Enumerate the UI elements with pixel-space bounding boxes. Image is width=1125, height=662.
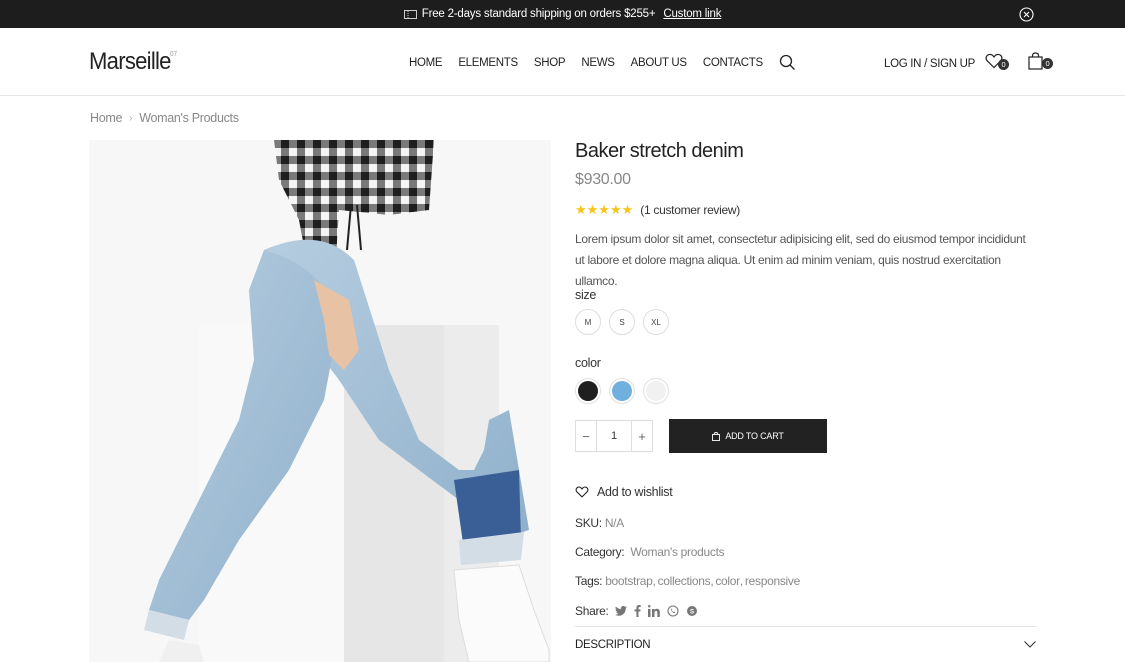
color-swatch-white[interactable] [643, 378, 669, 404]
decrease-button[interactable]: − [576, 421, 596, 451]
shopping-bag-icon [1028, 52, 1043, 70]
category-label: Category: [575, 545, 625, 559]
twitter-icon[interactable] [614, 606, 627, 616]
nav-contacts[interactable]: CONTACTS [703, 57, 763, 69]
promo-bar: Free 2-days standard shipping on orders … [0, 0, 1125, 28]
cart-button[interactable]: 0 [1028, 52, 1054, 75]
tag-link[interactable]: responsive [745, 574, 800, 588]
whatsapp-icon[interactable] [667, 605, 679, 617]
nav-home[interactable]: HOME [409, 57, 443, 69]
quantity-stepper: − 1 + [575, 420, 653, 452]
tag-link[interactable]: bootstrap [605, 574, 653, 588]
color-label: color [575, 356, 601, 370]
logo[interactable]: Marseille 07 [89, 48, 177, 76]
wishlist-label: Add to wishlist [597, 485, 673, 499]
swatch-dot [612, 381, 632, 401]
logo-superscript: 07 [169, 51, 178, 58]
search-icon[interactable] [779, 54, 796, 71]
product-rating: ★★★★★ (1 customer review) [575, 202, 740, 218]
star-rating-icon: ★★★★★ [575, 202, 634, 217]
breadcrumb-category[interactable]: Woman's Products [139, 111, 239, 125]
add-to-cart-button[interactable]: ADD TO CART [669, 419, 827, 453]
add-to-cart-label: ADD TO CART [725, 431, 784, 441]
sku-label: SKU: [575, 516, 602, 530]
tag-link[interactable]: collections [658, 574, 711, 588]
ticket-icon [403, 9, 417, 19]
size-label: size [575, 288, 597, 302]
promo-message: Free 2-days standard shipping on orders … [0, 0, 1125, 28]
swatch-dot [646, 381, 666, 401]
swatch-dot [578, 381, 598, 401]
share-label: Share: [575, 604, 609, 618]
increase-button[interactable]: + [632, 421, 652, 451]
product-image[interactable] [89, 140, 551, 662]
add-to-wishlist-link[interactable]: Add to wishlist [575, 485, 673, 499]
nav-about-us[interactable]: ABOUT US [631, 57, 687, 69]
tag-link[interactable]: color [715, 574, 740, 588]
close-icon[interactable] [1019, 7, 1034, 22]
size-option-xl[interactable]: XL [643, 309, 669, 335]
linkedin-icon[interactable] [647, 605, 660, 617]
wishlist-button[interactable]: 0 [985, 53, 1010, 74]
logo-text: Marseille [89, 48, 171, 75]
heart-icon [575, 486, 589, 498]
facebook-icon[interactable] [634, 605, 641, 617]
category-link[interactable]: Woman's products [630, 545, 724, 559]
shopping-bag-icon [712, 431, 721, 441]
promo-link[interactable]: Custom link [663, 8, 721, 20]
color-swatch-black[interactable] [575, 378, 601, 404]
nav-shop[interactable]: SHOP [534, 57, 566, 69]
header-tools: LOG IN / SIGN UP 0 0 [884, 52, 1054, 75]
nav-news[interactable]: NEWS [581, 57, 615, 69]
color-swatch-blue[interactable] [609, 378, 635, 404]
nav-elements[interactable]: ELEMENTS [458, 57, 518, 69]
breadcrumb-home[interactable]: Home [90, 111, 122, 125]
skype-icon[interactable] [686, 605, 698, 617]
sku-value: N/A [604, 516, 624, 530]
size-option-m[interactable]: M [575, 309, 601, 335]
description-tab-label: DESCRIPTION [575, 638, 651, 651]
category-row: Category: Woman's products [575, 545, 725, 559]
quantity-input[interactable]: 1 [596, 421, 632, 451]
tags-row: Tags: bootstrap, collections, color, res… [575, 574, 800, 588]
color-options [575, 378, 669, 404]
tags-label: Tags: [575, 574, 603, 588]
site-header: Marseille 07 HOME ELEMENTS SHOP NEWS ABO… [0, 28, 1125, 96]
product-title: Baker stretch denim [575, 140, 744, 162]
share-icons [614, 605, 698, 617]
description-accordion[interactable]: DESCRIPTION [575, 626, 1036, 662]
chevron-right-icon: › [129, 112, 133, 124]
promo-text: Free 2-days standard shipping on orders … [421, 8, 656, 20]
chevron-down-icon [1024, 641, 1036, 648]
main-nav: HOME ELEMENTS SHOP NEWS ABOUT US CONTACT… [409, 54, 796, 71]
cart-count-badge: 0 [1042, 58, 1054, 69]
review-link[interactable]: (1 customer review) [640, 203, 740, 217]
wishlist-count-badge: 0 [998, 59, 1010, 70]
size-option-s[interactable]: S [609, 309, 635, 335]
product-photo-illustration [89, 140, 551, 662]
product-description: Lorem ipsum dolor sit amet, consectetur … [575, 232, 1026, 288]
product-price: $930.00 [575, 171, 631, 188]
share-row: Share: [575, 604, 698, 618]
sku-row: SKU: N/A [575, 516, 624, 530]
size-options: M S XL [575, 309, 669, 335]
breadcrumb: Home › Woman's Products [90, 111, 239, 125]
login-signup-link[interactable]: LOG IN / SIGN UP [884, 58, 975, 70]
